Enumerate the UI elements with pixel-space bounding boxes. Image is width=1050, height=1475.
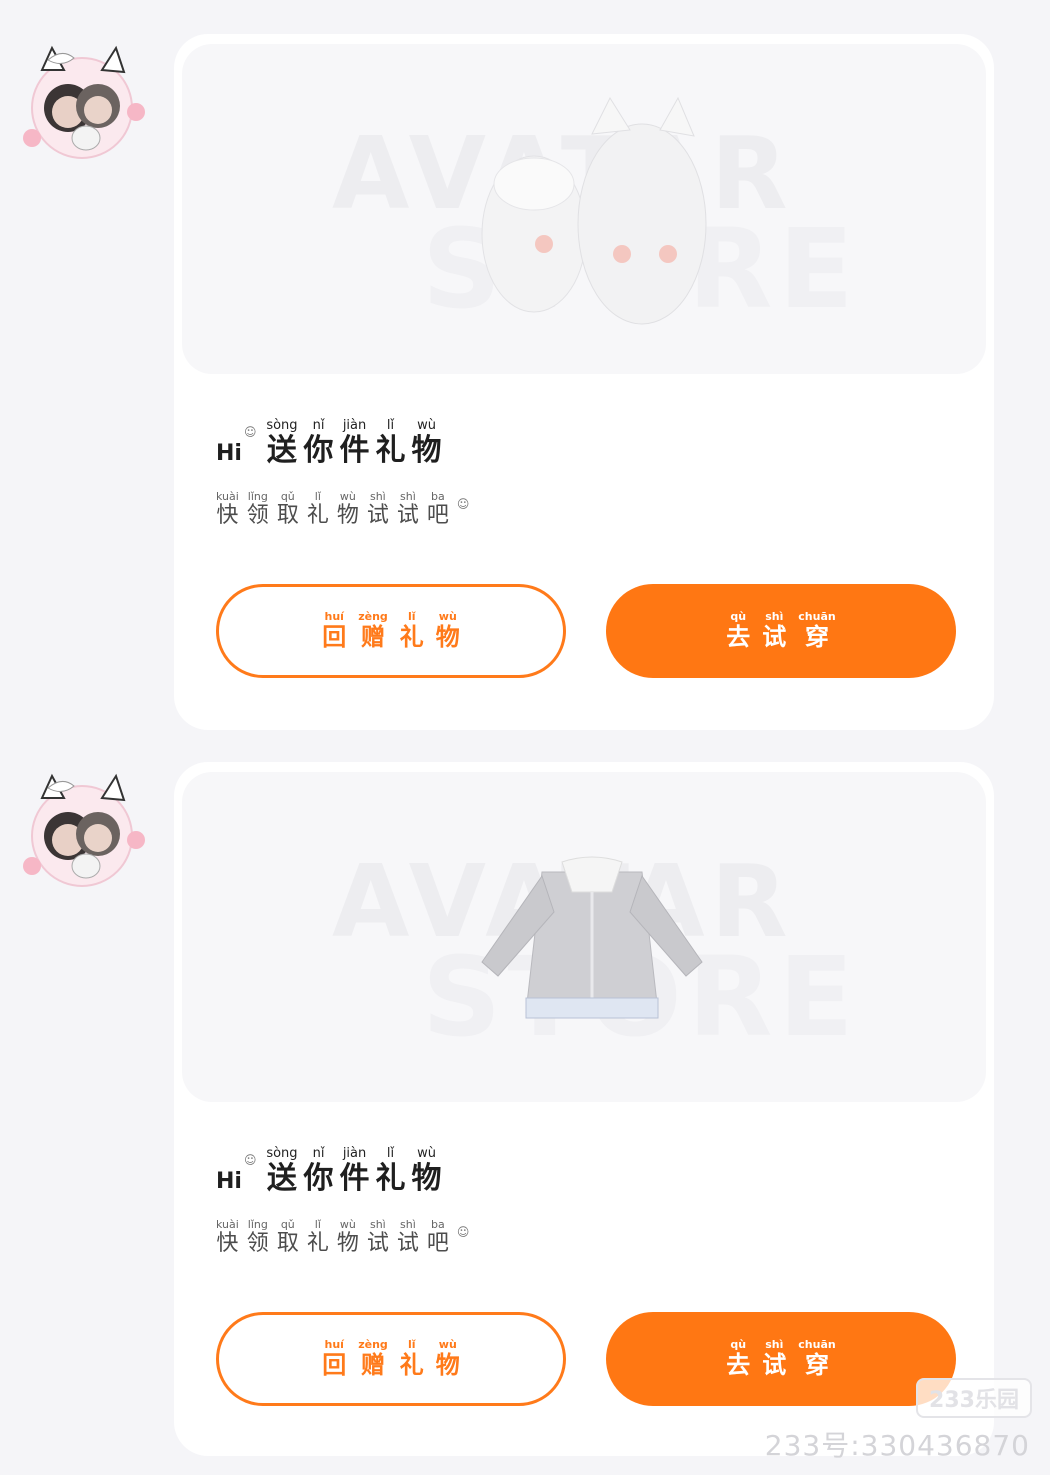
subtitle-char: 试shì (366, 1218, 389, 1256)
item-preview[interactable]: AVATAR STORE (182, 44, 986, 374)
smiley-icon: ☺ (456, 497, 470, 511)
gift-card: AVATAR STORE Hi☺ 送sòng你nǐ件jiàn礼lǐ物wù 快ku… (174, 34, 994, 730)
subtitle-char: 礼lǐ (306, 1218, 329, 1256)
gift-subtitle: 快kuài 领lǐng 取qǔ 礼lǐ 物wù 试shì 试shì 吧ba ☺ (216, 1218, 470, 1257)
subtitle-char: 试shì (396, 490, 419, 528)
subtitle-char: 试shì (366, 490, 389, 528)
smiley-icon: ☺ (456, 1225, 470, 1239)
title-char: 礼lǐ (375, 1146, 406, 1196)
title-char: 件jiàn (339, 1146, 370, 1196)
smiley-icon: ☺ (243, 1153, 257, 1167)
title-char: 你nǐ (303, 1146, 334, 1196)
subtitle-char: 快kuài (216, 490, 239, 528)
return-gift-button[interactable]: 回huí 赠zèng 礼lǐ 物wù (216, 1312, 566, 1406)
gift-title: Hi☺ 送sòng你nǐ件jiàn礼lǐ物wù (216, 1146, 448, 1197)
subtitle-char: 领lǐng (246, 490, 269, 528)
hi-label: Hi (216, 1169, 242, 1194)
subtitle-char: 取qǔ (276, 490, 299, 528)
smiley-icon: ☺ (243, 425, 257, 439)
white-kitten-hoodie-icon (481, 96, 707, 325)
subtitle-char: 物wù (336, 1218, 359, 1256)
subtitle-char: 快kuài (216, 1218, 239, 1256)
subtitle-char: 吧ba (426, 1218, 449, 1256)
gift-card: AVATAR STORE Hi☺ 送sòng你nǐ件jiàn礼lǐ物wù 快ku… (174, 762, 994, 1456)
subtitle-char: 礼lǐ (306, 490, 329, 528)
title-char: 送sòng (266, 418, 298, 468)
user-id-watermark: 233号:330436870 (764, 1429, 1030, 1462)
title-char: 物wù (411, 1146, 442, 1196)
avatar[interactable] (22, 42, 148, 168)
gift-title: Hi☺ 送sòng你nǐ件jiàn礼lǐ物wù (216, 418, 448, 469)
site-logo: 233乐园 (916, 1378, 1032, 1418)
grey-cardigan-icon (481, 856, 703, 1019)
subtitle-char: 领lǐng (246, 1218, 269, 1256)
title-char: 件jiàn (339, 418, 370, 468)
gift-subtitle: 快kuài 领lǐng 取qǔ 礼lǐ 物wù 试shì 试shì 吧ba ☺ (216, 490, 470, 529)
hi-label: Hi (216, 441, 242, 466)
try-on-button[interactable]: 去qù 试shì 穿chuān (606, 1312, 956, 1406)
subtitle-char: 试shì (396, 1218, 419, 1256)
item-preview[interactable]: AVATAR STORE (182, 772, 986, 1102)
title-char: 你nǐ (303, 418, 334, 468)
title-char: 送sòng (266, 1146, 298, 1196)
subtitle-char: 取qǔ (276, 1218, 299, 1256)
return-gift-button[interactable]: 回huí 赠zèng 礼lǐ 物wù (216, 584, 566, 678)
avatar[interactable] (22, 770, 148, 896)
title-char: 礼lǐ (375, 418, 406, 468)
try-on-button[interactable]: 去qù 试shì 穿chuān (606, 584, 956, 678)
subtitle-char: 吧ba (426, 490, 449, 528)
title-char: 物wù (411, 418, 442, 468)
subtitle-char: 物wù (336, 490, 359, 528)
